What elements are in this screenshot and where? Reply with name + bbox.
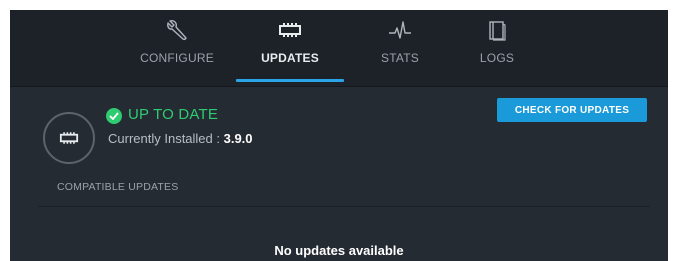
installed-version-line: Currently Installed : 3.9.0	[108, 131, 253, 146]
compatible-updates-heading: COMPATIBLE UPDATES	[57, 181, 179, 193]
installed-version: 3.9.0	[223, 131, 253, 146]
tab-label: LOGS	[479, 51, 515, 65]
installed-label: Currently Installed :	[108, 131, 224, 146]
tab-configure[interactable]: CONFIGURE	[137, 10, 217, 86]
check-circle-icon	[106, 108, 122, 124]
book-icon	[484, 18, 510, 47]
updates-panel: CONFIGURE UPDATES STATS LOGS UP TO DATE …	[10, 10, 668, 261]
nav-divider	[10, 86, 668, 87]
pulse-icon	[387, 18, 413, 47]
top-navigation: CONFIGURE UPDATES STATS LOGS	[10, 10, 668, 86]
tab-label: CONFIGURE	[140, 51, 214, 65]
update-status: UP TO DATE	[128, 106, 219, 123]
tab-label: UPDATES	[261, 51, 319, 65]
tab-label: STATS	[381, 51, 419, 65]
firmware-chip-icon	[277, 18, 303, 47]
section-divider	[38, 206, 650, 207]
active-tab-indicator	[236, 79, 344, 82]
empty-state-message: No updates available	[274, 243, 404, 258]
tab-stats[interactable]: STATS	[368, 10, 432, 86]
firmware-chip-icon	[58, 129, 80, 152]
tab-logs[interactable]: LOGS	[467, 10, 527, 86]
wrench-icon	[164, 18, 190, 47]
check-for-updates-button[interactable]: CHECK FOR UPDATES	[497, 98, 647, 122]
firmware-avatar	[43, 112, 95, 164]
tab-updates[interactable]: UPDATES	[236, 10, 344, 86]
